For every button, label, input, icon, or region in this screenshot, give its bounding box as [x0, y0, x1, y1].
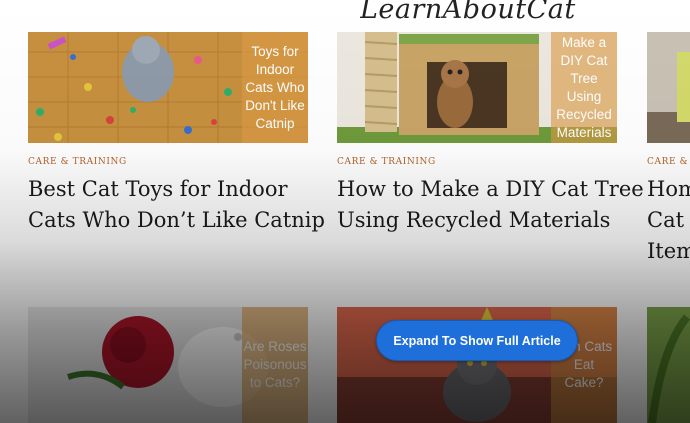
expand-full-article-button[interactable]: Expand To Show Full Article [376, 320, 578, 361]
thumbnail-caption: Toys for Indoor Cats Who Don't Like Catn… [242, 32, 308, 143]
partial-image [647, 32, 690, 143]
article-thumbnail-roses[interactable]: Are Roses Poisonous to Cats? [28, 307, 308, 423]
article-title-link[interactable]: Hom Cat I Item [647, 174, 690, 267]
article-title-link[interactable]: Best Cat Toys for Indoor Cats Who Don’t … [28, 174, 325, 236]
thumbnail-caption: Are Roses Poisonous to Cats? [242, 307, 308, 423]
article-title-line[interactable]: Cat I [647, 205, 690, 236]
article-title-line[interactable]: Hom [647, 174, 690, 205]
article-title-line[interactable]: Best Cat Toys for Indoor [28, 174, 325, 205]
article-title-link[interactable]: How to Make a DIY Cat Tree Using Recycle… [337, 174, 644, 236]
article-title-line[interactable]: Item [647, 236, 690, 267]
article-title-line[interactable]: Cats Who Don’t Like Catnip [28, 205, 325, 236]
article-thumbnail-partial[interactable] [647, 307, 690, 423]
article-category-link[interactable]: CARE & TRAINING [337, 157, 436, 167]
thumbnail-caption: Make a DIY Cat Tree Using Recycled Mater… [551, 32, 617, 143]
article-category-link[interactable]: CARE & TRAINING [28, 157, 127, 167]
article-thumbnail-cat-toys[interactable]: Toys for Indoor Cats Who Don't Like Catn… [28, 32, 308, 143]
article-title-line[interactable]: Using Recycled Materials [337, 205, 644, 236]
partial-image [647, 307, 690, 423]
article-category-link[interactable]: CARE & T [647, 157, 690, 167]
article-title-line[interactable]: How to Make a DIY Cat Tree [337, 174, 644, 205]
article-thumbnail-cat-tree[interactable]: Make a DIY Cat Tree Using Recycled Mater… [337, 32, 617, 143]
site-logo[interactable]: LearnAboutCat [360, 0, 600, 22]
article-thumbnail-partial[interactable] [647, 32, 690, 143]
